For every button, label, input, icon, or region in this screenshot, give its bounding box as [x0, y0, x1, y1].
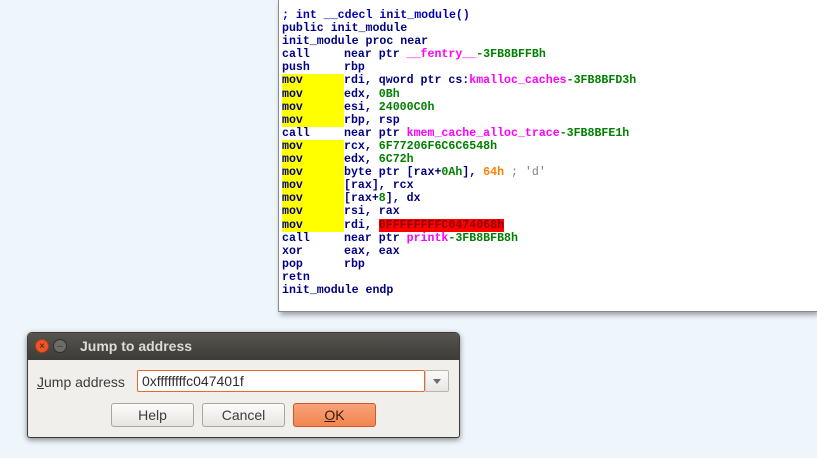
asm-mnemonic: mov: [282, 205, 344, 219]
asm-token: ], dx: [385, 192, 421, 206]
asm-line[interactable]: call near ptr __fentry__-3FB8BFFBh: [282, 48, 636, 61]
asm-line[interactable]: mov rdi, qword ptr cs:kmalloc_caches-3FB8…: [282, 74, 637, 88]
asm-token: rbp: [344, 257, 365, 271]
asm-token: rcx,: [344, 139, 379, 153]
asm-line[interactable]: call near ptr printk-3FB8BFB8h: [282, 232, 636, 245]
asm-mnemonic: mov: [282, 153, 344, 167]
asm-line[interactable]: push rbp: [282, 61, 636, 74]
asm-mnemonic: call: [282, 48, 310, 62]
asm-token: edx,: [344, 87, 379, 101]
close-icon[interactable]: ×: [35, 339, 49, 353]
asm-line[interactable]: call near ptr kmem_cache_alloc_trace-3FB8…: [282, 127, 636, 140]
ok-accelerator: O: [324, 407, 336, 423]
asm-token: 0Ah: [441, 166, 463, 180]
asm-token: near ptr: [344, 48, 407, 62]
asm-token: 8: [378, 192, 386, 206]
asm-line[interactable]: init_module endp: [282, 284, 636, 297]
asm-token[interactable]: __fentry__: [407, 48, 477, 61]
asm-line[interactable]: mov rbp, rsp: [282, 113, 636, 127]
asm-token: 64h: [483, 166, 505, 180]
asm-line[interactable]: mov rdi, 0FFFFFFFFC0474068h: [282, 218, 636, 232]
history-dropdown-button[interactable]: [425, 370, 449, 392]
asm-token: [rax+: [344, 192, 379, 206]
asm-token: -3FB8BFE1h: [559, 126, 630, 140]
asm-mnemonic: mov: [282, 218, 344, 232]
asm-token: ],: [462, 166, 484, 180]
asm-line[interactable]: mov rsi, rax: [282, 205, 636, 219]
asm-line[interactable]: mov edx, 6C72h: [282, 153, 636, 167]
asm-token: -3FB8BFB8h: [448, 231, 518, 245]
minimize-icon[interactable]: –: [53, 339, 67, 353]
asm-token: public init_module: [282, 22, 408, 36]
asm-mnemonic: pop: [282, 257, 303, 271]
asm-line[interactable]: ; int __cdecl init_module(): [282, 9, 636, 22]
asm-token: -3FB8BFFBh: [476, 48, 546, 62]
asm-token: near ptr: [344, 231, 407, 245]
asm-token: -3FB8BFD3h: [566, 74, 637, 88]
asm-mnemonic: mov: [282, 139, 344, 154]
asm-mnemonic: push: [282, 61, 310, 75]
asm-token: rbp: [344, 61, 365, 75]
asm-line[interactable]: public init_module: [282, 22, 636, 35]
asm-mnemonic: call: [282, 126, 310, 140]
asm-mnemonic: mov: [282, 74, 344, 88]
asm-mnemonic: mov: [282, 166, 344, 180]
asm-token[interactable]: kmem_cache_alloc_trace: [407, 127, 560, 140]
ok-text: K: [335, 407, 345, 423]
asm-token[interactable]: kmalloc_caches: [469, 74, 566, 87]
asm-token: 0Bh: [378, 87, 400, 101]
asm-line[interactable]: mov esi, 24000C0h: [282, 100, 636, 114]
asm-token: eax, eax: [344, 244, 400, 258]
asm-mnemonic: mov: [282, 113, 344, 127]
asm-token: [rax], rcx: [344, 179, 414, 193]
asm-token: esi,: [344, 100, 379, 114]
asm-mnemonic: mov: [282, 87, 344, 101]
asm-line[interactable]: retn: [282, 271, 636, 284]
dialog-titlebar[interactable]: × – Jump to address: [28, 333, 459, 360]
asm-mnemonic: mov: [282, 192, 344, 206]
asm-line[interactable]: xor eax, eax: [282, 245, 636, 258]
jump-address-input[interactable]: [137, 370, 425, 392]
asm-token: 6C72h: [378, 153, 414, 167]
asm-token: 6F77206F6C6C6548h: [378, 139, 498, 153]
asm-token: rbp, rsp: [344, 113, 400, 127]
asm-line[interactable]: mov [rax], rcx: [282, 179, 636, 193]
asm-mnemonic: call: [282, 231, 310, 245]
cancel-button[interactable]: Cancel: [202, 403, 285, 427]
asm-mnemonic: retn: [282, 270, 310, 284]
dialog-title: Jump to address: [80, 338, 193, 354]
asm-line[interactable]: mov [rax+8], dx: [282, 192, 636, 206]
asm-mnemonic: mov: [282, 179, 344, 193]
asm-line[interactable]: mov rcx, 6F77206F6C6C6548h: [282, 139, 636, 154]
label-text: ump address: [44, 374, 125, 390]
asm-token: init_module proc near: [282, 35, 429, 49]
chevron-down-icon: [433, 379, 441, 384]
asm-line[interactable]: mov byte ptr [rax+0Ah], 64h ; 'd': [282, 166, 636, 180]
asm-mnemonic: mov: [282, 100, 344, 114]
disassembly-view[interactable]: ; int __cdecl init_module() public init_m…: [278, 0, 817, 312]
ok-button[interactable]: OK: [293, 403, 376, 427]
help-button[interactable]: Help: [111, 403, 194, 427]
asm-token: rdi, qword ptr cs:: [344, 74, 470, 88]
asm-token[interactable]: printk: [407, 232, 449, 245]
asm-token: near ptr: [344, 126, 407, 140]
asm-mnemonic: xor: [282, 244, 303, 258]
asm-token: rdi,: [344, 218, 379, 232]
asm-token: byte ptr [rax+: [344, 166, 442, 180]
jump-to-address-dialog: × – Jump to address Jump address Help Ca…: [27, 332, 460, 438]
jump-address-label: Jump address: [37, 374, 125, 390]
label-accelerator: J: [37, 374, 44, 390]
asm-token: rsi, rax: [344, 205, 400, 219]
asm-token: 24000C0h: [378, 100, 435, 114]
disassembly-listing: ; int __cdecl init_module() public init_m…: [282, 9, 636, 297]
asm-token: 0FFFFFFFFC0474068h: [378, 218, 505, 232]
asm-token: ; 'd': [504, 166, 546, 180]
asm-line[interactable]: mov edx, 0Bh: [282, 87, 636, 101]
asm-line[interactable]: init_module proc near: [282, 35, 636, 48]
asm-token: ; int __cdecl init_module(): [282, 9, 470, 22]
asm-token: edx,: [344, 153, 379, 167]
asm-line[interactable]: pop rbp: [282, 258, 636, 271]
asm-token: init_module endp: [282, 283, 394, 297]
